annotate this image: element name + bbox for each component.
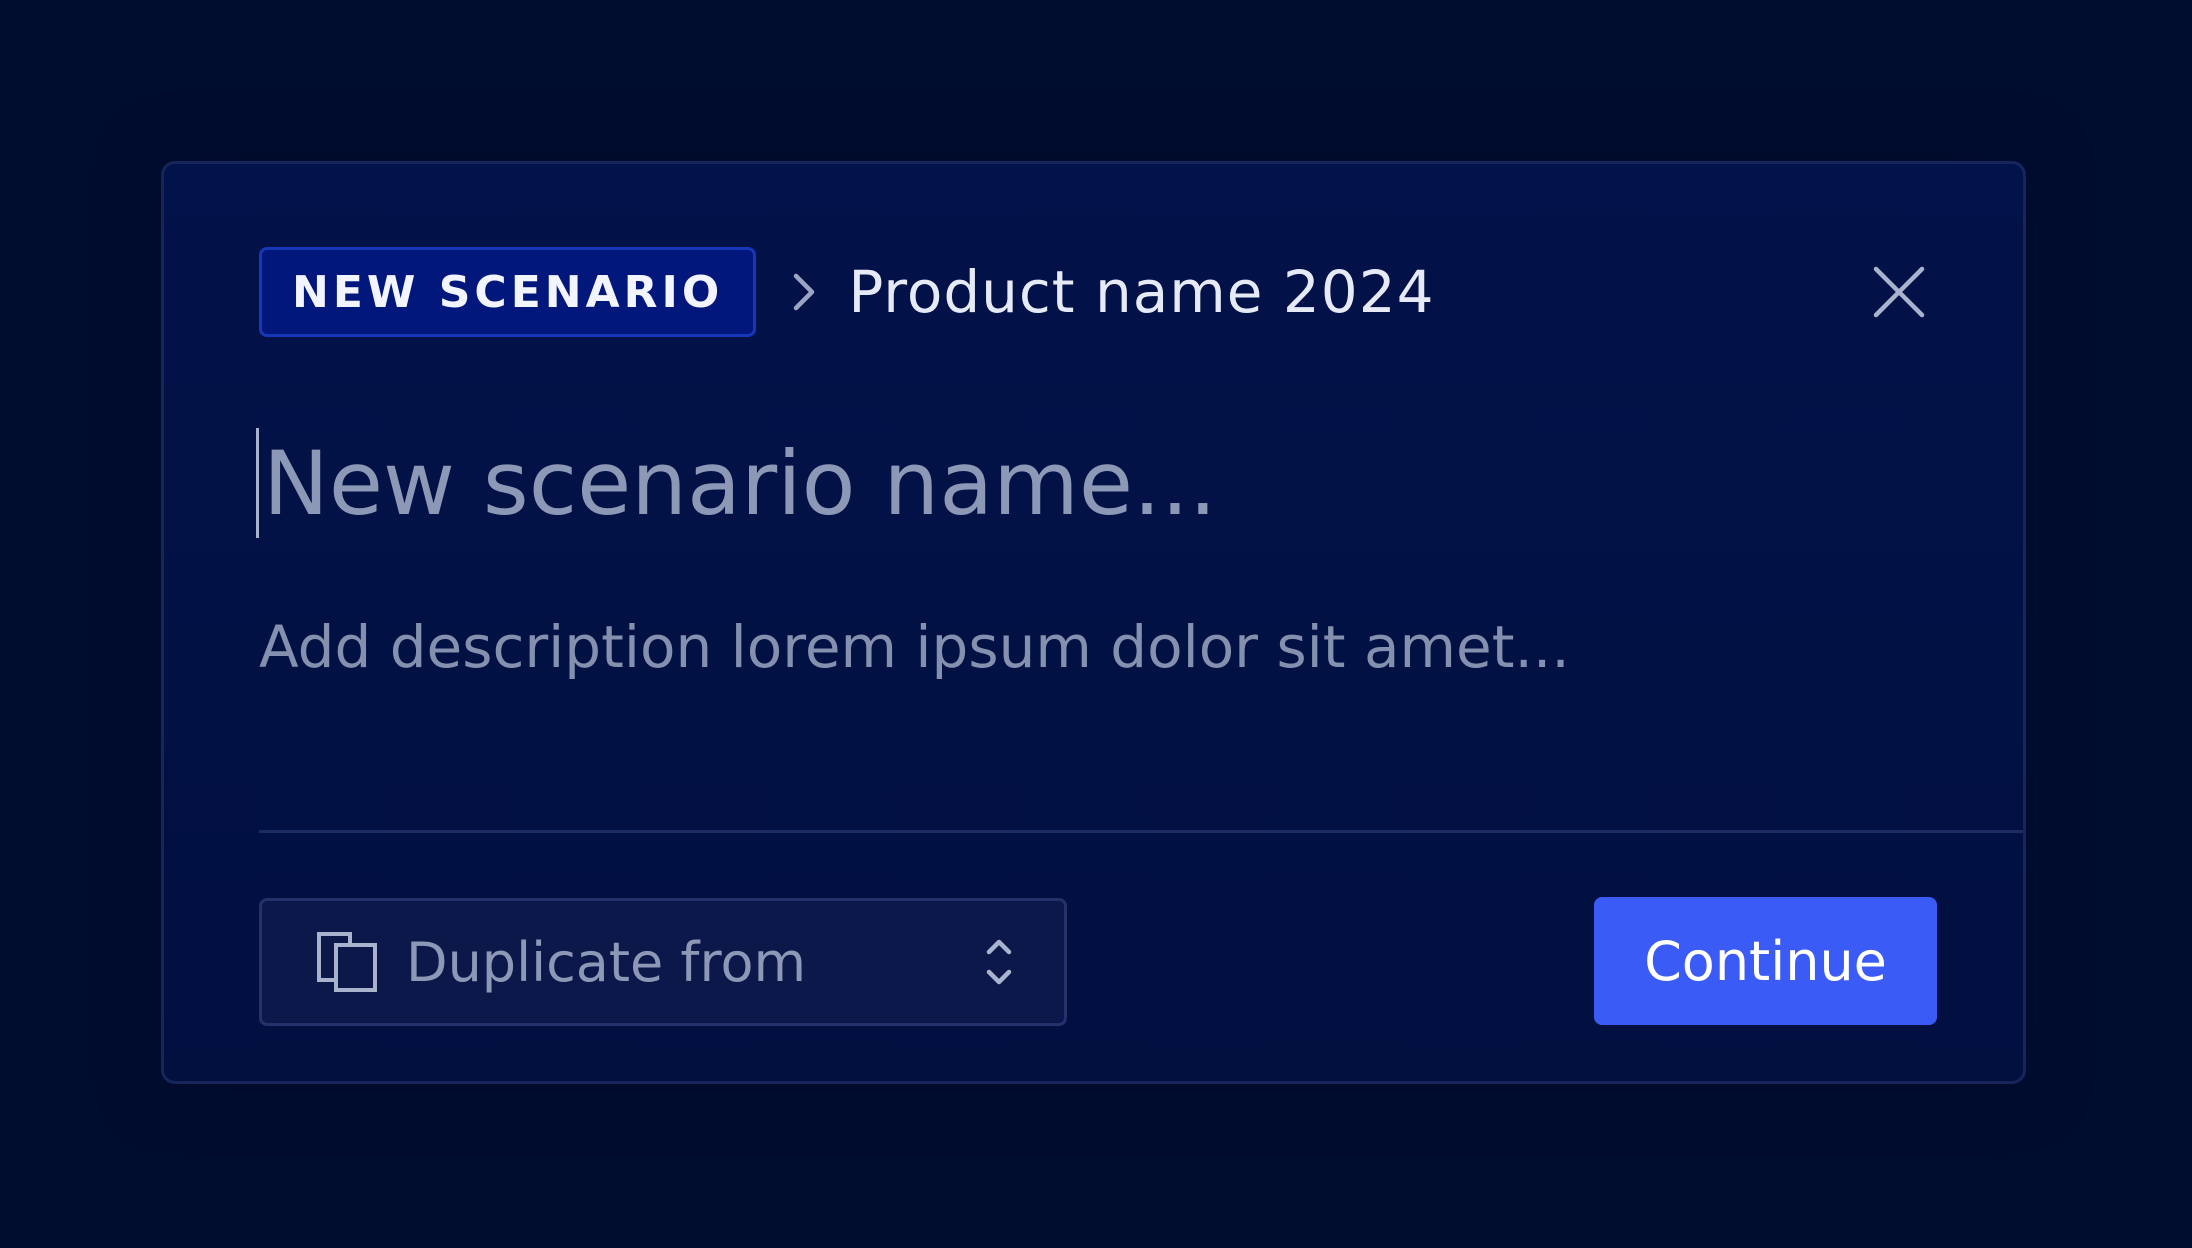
copy-icon (316, 931, 378, 993)
close-button[interactable] (1870, 263, 1928, 321)
duplicate-from-label: Duplicate from (406, 930, 807, 994)
breadcrumb-product-name[interactable]: Product name 2024 (848, 258, 1434, 326)
close-icon (1873, 266, 1925, 318)
scenario-name-input[interactable] (256, 428, 1763, 538)
scenario-description-input[interactable] (259, 604, 1859, 690)
duplicate-from-select[interactable]: Duplicate from (259, 898, 1067, 1026)
new-scenario-modal: NEW SCENARIO Product name 2024 Duplicate… (161, 161, 2026, 1084)
continue-button[interactable]: Continue (1594, 897, 1937, 1025)
modal-header: NEW SCENARIO Product name 2024 (259, 244, 1928, 340)
chevron-right-icon (790, 270, 818, 314)
divider (259, 830, 2023, 833)
chevron-up-down-icon (984, 935, 1014, 989)
new-scenario-badge: NEW SCENARIO (259, 247, 757, 337)
